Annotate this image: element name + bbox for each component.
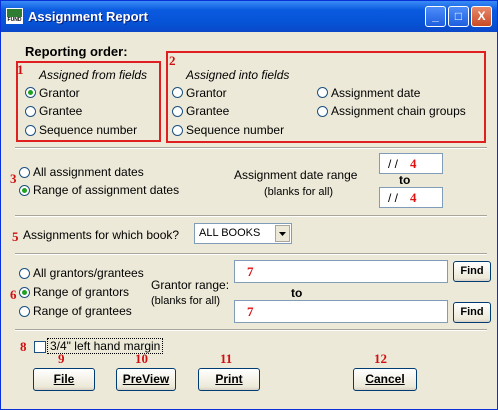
- callout-4b: 4: [410, 190, 417, 205]
- assignment-report-window: FUND Assignment Report _ □ X Reporting o…: [0, 0, 498, 410]
- into-sequence-radio[interactable]: [172, 125, 183, 136]
- callout-11: 11: [220, 351, 233, 366]
- separator: [15, 147, 487, 149]
- margin-checkbox[interactable]: [34, 341, 46, 353]
- separator: [15, 215, 487, 217]
- book-select[interactable]: ALL BOOKS: [194, 223, 292, 244]
- grantor-to-field[interactable]: 7: [234, 300, 448, 323]
- separator: [15, 329, 487, 331]
- book-selected-value: ALL BOOKS: [199, 227, 261, 239]
- range-grantees-label[interactable]: Range of grantees: [33, 304, 132, 318]
- file-button[interactable]: File: [33, 368, 95, 391]
- into-grantee-radio[interactable]: [172, 106, 183, 117]
- into-assignment-date-label[interactable]: Assignment date: [331, 86, 420, 100]
- from-grantor-radio[interactable]: [25, 87, 36, 98]
- callout-9: 9: [58, 351, 65, 366]
- minimize-button[interactable]: _: [425, 6, 446, 27]
- date-to-label: to: [399, 173, 411, 187]
- all-dates-label[interactable]: All assignment dates: [33, 165, 144, 179]
- into-assignment-date-radio[interactable]: [317, 87, 328, 98]
- preview-button[interactable]: PreView: [116, 368, 176, 391]
- separator: [15, 253, 487, 255]
- fund-app-icon: FUND: [6, 8, 23, 24]
- close-button[interactable]: X: [471, 6, 492, 27]
- date-to-field[interactable]: / / 4: [379, 187, 443, 208]
- reporting-order-header: Reporting order:: [25, 44, 128, 59]
- range-dates-label[interactable]: Range of assignment dates: [33, 183, 179, 197]
- from-sequence-label[interactable]: Sequence number: [39, 123, 137, 137]
- range-grantors-label[interactable]: Range of grantors: [33, 285, 129, 299]
- into-grantor-radio[interactable]: [172, 87, 183, 98]
- callout-5: 5: [12, 229, 19, 244]
- callout-1: 1: [17, 62, 24, 77]
- into-grantee-label[interactable]: Grantee: [186, 104, 229, 118]
- maximize-button[interactable]: □: [448, 6, 469, 27]
- assigned-into-caption: Assigned into fields: [186, 68, 290, 82]
- close-icon: X: [477, 9, 486, 23]
- from-sequence-radio[interactable]: [25, 125, 36, 136]
- all-grantors-radio[interactable]: [19, 268, 30, 279]
- callout-10: 10: [135, 351, 148, 366]
- into-chain-groups-label[interactable]: Assignment chain groups: [331, 104, 466, 118]
- date-to-value: / /: [388, 191, 399, 205]
- from-grantee-label[interactable]: Grantee: [39, 104, 82, 118]
- print-button-label: Print: [215, 372, 243, 386]
- into-chain-groups-radio[interactable]: [317, 106, 328, 117]
- date-range-label: Assignment date range: [234, 168, 358, 182]
- callout-2: 2: [169, 53, 176, 68]
- minimize-icon: _: [432, 9, 439, 23]
- callout-4a: 4: [410, 156, 417, 171]
- callout-7b: 7: [247, 304, 254, 319]
- grantor-blanks-label: (blanks for all): [151, 295, 221, 307]
- into-sequence-label[interactable]: Sequence number: [186, 123, 284, 137]
- file-button-label: File: [53, 372, 75, 386]
- all-dates-radio[interactable]: [19, 167, 30, 178]
- from-grantee-radio[interactable]: [25, 106, 36, 117]
- callout-7a: 7: [247, 264, 254, 279]
- find-from-button[interactable]: Find: [453, 261, 491, 282]
- date-from-value: / /: [388, 157, 399, 171]
- callout-6: 6: [10, 287, 17, 302]
- from-grantor-label[interactable]: Grantor: [39, 86, 80, 100]
- into-grantor-label[interactable]: Grantor: [186, 86, 227, 100]
- title-bar[interactable]: FUND Assignment Report _ □ X: [1, 1, 497, 32]
- date-blanks-label: (blanks for all): [264, 186, 334, 198]
- all-grantors-label[interactable]: All grantors/grantees: [33, 266, 144, 280]
- grantor-from-field[interactable]: 7: [234, 260, 448, 283]
- chevron-down-icon[interactable]: [275, 225, 290, 242]
- maximize-icon: □: [454, 9, 463, 23]
- preview-button-label: PreView: [122, 372, 170, 386]
- grantor-range-label: Grantor range:: [151, 278, 230, 292]
- print-button[interactable]: Print: [198, 368, 260, 391]
- grantor-to-label: to: [291, 286, 303, 300]
- book-label: Assignments for which book?: [23, 228, 180, 242]
- date-from-field[interactable]: / / 4: [379, 153, 443, 174]
- assigned-from-caption: Assigned from fields: [39, 68, 148, 82]
- callout-3: 3: [10, 171, 17, 186]
- find-to-button[interactable]: Find: [453, 302, 491, 323]
- callout-8: 8: [20, 339, 27, 354]
- range-dates-radio[interactable]: [19, 185, 30, 196]
- cancel-button-label: Cancel: [365, 372, 405, 386]
- range-grantees-radio[interactable]: [19, 306, 30, 317]
- cancel-button[interactable]: Cancel: [353, 368, 417, 391]
- callout-12: 12: [374, 351, 387, 366]
- range-grantors-radio[interactable]: [19, 287, 30, 298]
- app-icon-label: FUND: [7, 17, 22, 23]
- window-title: Assignment Report: [28, 9, 148, 24]
